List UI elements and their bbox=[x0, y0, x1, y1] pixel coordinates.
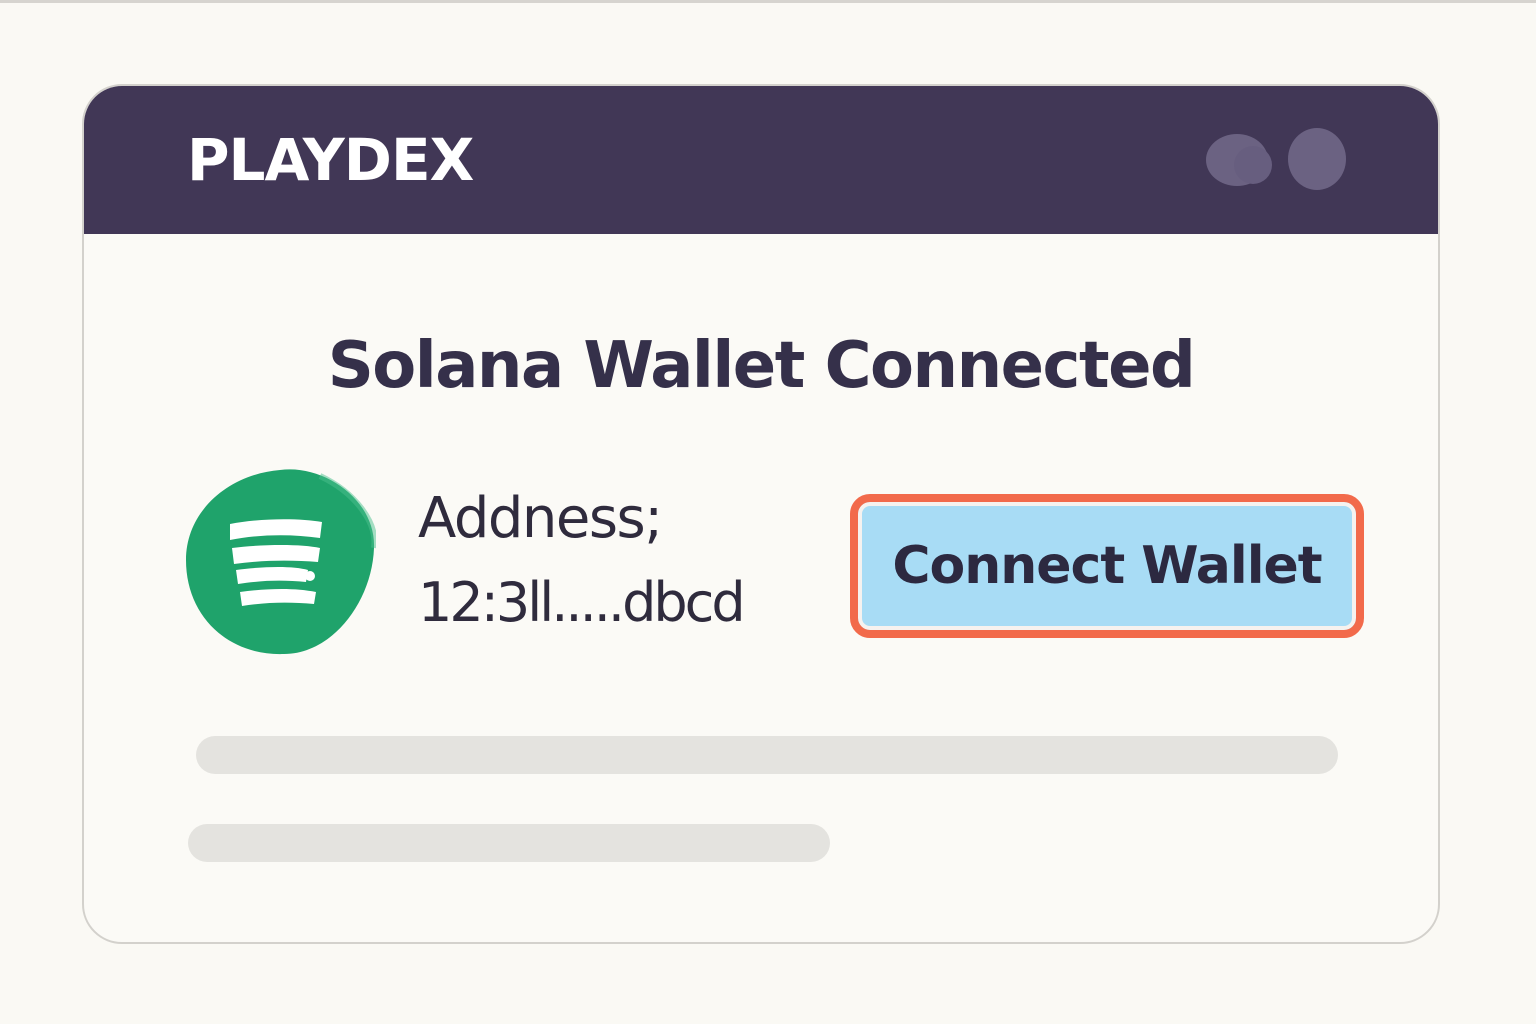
loading-placeholder-bar bbox=[196, 736, 1338, 774]
page-title: Solana Wallet Connected bbox=[327, 329, 1196, 403]
address-value: 12:3ll.....dbcd bbox=[418, 571, 746, 634]
app-header: PLAYDEX bbox=[84, 86, 1438, 234]
wallet-card: PLAYDEX Solana Wallet Connected Addness;… bbox=[82, 84, 1440, 944]
top-divider bbox=[0, 0, 1536, 3]
wallet-logo-icon bbox=[186, 469, 376, 655]
address-label: Addness; bbox=[418, 486, 663, 551]
header-avatar-icon[interactable] bbox=[1288, 128, 1346, 190]
brand-logo: PLAYDEX bbox=[187, 126, 474, 194]
header-dot-overlap-icon bbox=[1234, 146, 1272, 184]
loading-placeholder-bar-short bbox=[188, 824, 830, 862]
connect-wallet-button[interactable]: Connect Wallet bbox=[850, 494, 1364, 638]
